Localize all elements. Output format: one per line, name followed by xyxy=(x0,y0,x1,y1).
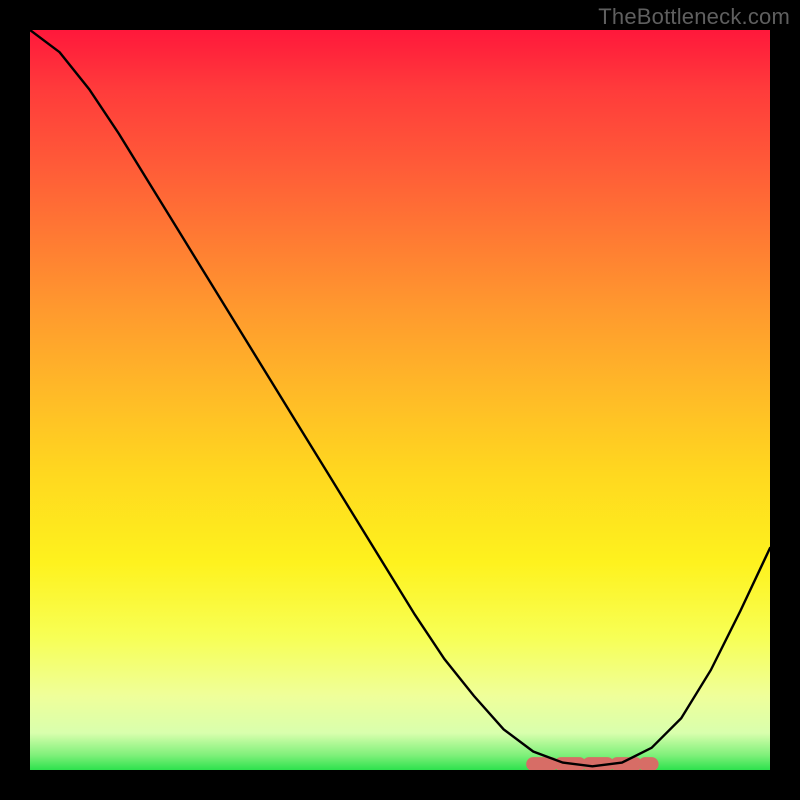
plot-area xyxy=(30,30,770,770)
bottleneck-curve xyxy=(30,30,770,770)
chart-stage: TheBottleneck.com xyxy=(0,0,800,800)
attribution-text: TheBottleneck.com xyxy=(598,4,790,30)
plot xyxy=(30,30,770,770)
